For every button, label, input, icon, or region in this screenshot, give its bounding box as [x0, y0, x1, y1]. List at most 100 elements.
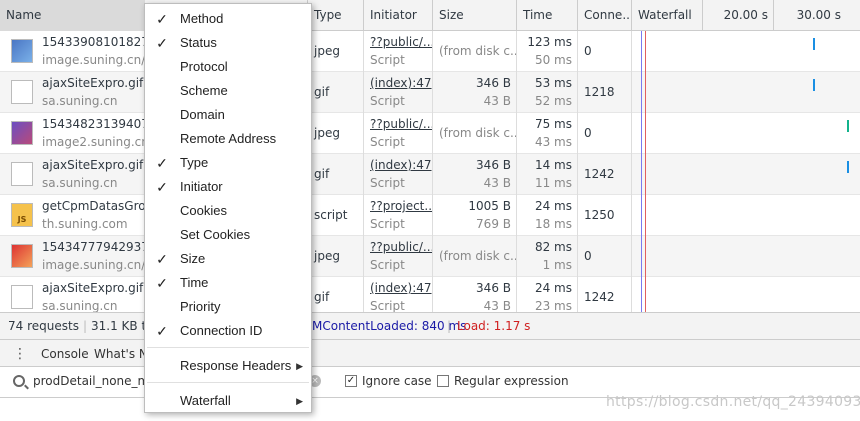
initiator-link[interactable]: (index):47 — [364, 279, 433, 297]
connection-cell: 1250 — [584, 208, 615, 222]
file-icon — [11, 285, 33, 309]
menu-item-priority[interactable]: Priority — [145, 295, 311, 319]
menu-item-label: Priority — [180, 299, 221, 314]
request-name: ajaxSiteExpro.gif?ol — [42, 281, 145, 295]
initiator-link[interactable]: ??public/... — [364, 115, 433, 133]
tab-console[interactable]: Console — [41, 340, 89, 368]
size-cell: 346 B — [476, 158, 511, 172]
name-cell: 1543390810182731 image.suning.cn/ui — [0, 31, 145, 72]
type-cell: gif — [314, 290, 330, 304]
initiator-type: Script — [370, 258, 405, 272]
waterfall-tick-20s: 20.00 s — [702, 0, 774, 31]
initiator-type: Script — [370, 176, 405, 190]
request-name: ajaxSiteExpro.gif?ol — [42, 76, 145, 90]
image-thumbnail-icon — [11, 39, 33, 63]
time-cell: 75 ms — [534, 117, 572, 131]
initiator-link[interactable]: (index):47 — [364, 74, 433, 92]
latency-cell: 1 ms — [542, 258, 572, 272]
initiator-type: Script — [370, 53, 405, 67]
menu-item-size[interactable]: ✓ Size — [145, 247, 311, 271]
menu-item-label: Protocol — [180, 59, 228, 74]
connection-cell: 1242 — [584, 290, 615, 304]
column-header-waterfall[interactable]: Waterfall — [631, 0, 703, 31]
column-header-connection[interactable]: Conne... — [577, 0, 632, 31]
menu-item-set-cookies[interactable]: Set Cookies — [145, 223, 311, 247]
initiator-type: Script — [370, 217, 405, 231]
request-domain: image.suning.cn/ui — [42, 258, 145, 272]
request-domain: image2.suning.cn/ui — [42, 135, 145, 149]
connection-cell: 1242 — [584, 167, 615, 181]
name-cell: 1543482313940768 image2.suning.cn/ui — [0, 113, 145, 154]
initiator-link[interactable]: ??public/... — [364, 238, 433, 256]
menu-item-remote-address[interactable]: Remote Address — [145, 127, 311, 151]
menu-item-connection-id[interactable]: ✓ Connection ID — [145, 319, 311, 343]
column-header-name[interactable]: Name — [0, 0, 145, 31]
waterfall-cell — [631, 195, 860, 236]
ignore-case-label: Ignore case — [362, 374, 432, 388]
waterfall-cell — [631, 113, 860, 154]
check-icon: ✓ — [156, 179, 168, 195]
latency-cell: 11 ms — [534, 176, 572, 190]
initiator-link[interactable]: ??public/... — [364, 33, 433, 51]
menu-item-label: Cookies — [180, 203, 227, 218]
column-header-size[interactable]: Size — [432, 0, 517, 31]
request-name: 1543482313940768 — [42, 117, 145, 131]
menu-item-time[interactable]: ✓ Time — [145, 271, 311, 295]
name-cell: 1543477794293797 image.suning.cn/ui — [0, 236, 145, 277]
waterfall-cell — [631, 154, 860, 195]
menu-item-label: Type — [180, 155, 209, 170]
regex-label: Regular expression — [454, 374, 569, 388]
menu-item-label: Set Cookies — [180, 227, 251, 242]
waterfall-tick-30s: 30.00 s — [773, 0, 843, 31]
menu-item-label: Response Headers — [180, 358, 292, 373]
menu-item-label: Status — [180, 35, 217, 50]
type-cell: jpeg — [314, 126, 340, 140]
column-header-initiator[interactable]: Initiator — [363, 0, 433, 31]
waterfall-bar — [847, 120, 849, 132]
menu-item-response-headers[interactable]: Response Headers ▶ — [145, 354, 311, 378]
name-cell: ajaxSiteExpro.gif?ol sa.suning.cn — [0, 72, 145, 113]
check-icon: ✓ — [156, 11, 168, 27]
type-cell: script — [314, 208, 348, 222]
ignore-case-checkbox[interactable]: ✓ — [345, 375, 357, 387]
initiator-type: Script — [370, 135, 405, 149]
table-row[interactable]: 1543390810182731 image.suning.cn/ui jpeg… — [0, 31, 860, 72]
waterfall-cell — [631, 31, 860, 72]
table-row[interactable]: ajaxSiteExpro.gif?ol sa.suning.cn gif (i… — [0, 154, 860, 195]
search-input[interactable]: prodDetail_none_mai — [33, 374, 160, 388]
column-header-type[interactable]: Type — [307, 0, 364, 31]
tab-whats-new[interactable]: What's N — [94, 340, 148, 368]
menu-item-domain[interactable]: Domain — [145, 103, 311, 127]
table-row[interactable]: ajaxSiteExpro.gif?ol sa.suning.cn gif (i… — [0, 72, 860, 113]
menu-item-type[interactable]: ✓ Type — [145, 151, 311, 175]
request-domain: sa.suning.cn — [42, 176, 118, 190]
check-icon: ✓ — [156, 275, 168, 291]
size-cell: 1005 B — [468, 199, 511, 213]
table-row[interactable]: 1543482313940768 image2.suning.cn/ui jpe… — [0, 113, 860, 154]
time-cell: 14 ms — [534, 158, 572, 172]
dom-content-loaded-marker — [641, 31, 642, 312]
menu-item-scheme[interactable]: Scheme — [145, 79, 311, 103]
column-header-time[interactable]: Time — [516, 0, 578, 31]
table-row[interactable]: 1543477794293797 image.suning.cn/ui jpeg… — [0, 236, 860, 277]
submenu-arrow-icon: ▶ — [296, 361, 303, 371]
menu-item-protocol[interactable]: Protocol — [145, 55, 311, 79]
menu-item-cookies[interactable]: Cookies — [145, 199, 311, 223]
table-row[interactable]: JS getCpmDatasGroup th.suning.com script… — [0, 195, 860, 236]
request-domain: image.suning.cn/ui — [42, 53, 145, 67]
size-cell: (from disk c... — [439, 249, 517, 263]
initiator-link[interactable]: (index):47 — [364, 156, 433, 174]
status-summary: 74 requests | 31.1 KB tra MContentLoaded: … — [0, 312, 860, 339]
menu-item-method[interactable]: ✓ Method — [145, 7, 311, 31]
image-thumbnail-icon — [11, 244, 33, 268]
menu-item-initiator[interactable]: ✓ Initiator — [145, 175, 311, 199]
request-count: 74 requests — [8, 319, 79, 333]
menu-item-status[interactable]: ✓ Status — [145, 31, 311, 55]
column-context-menu: ✓ Method ✓ Status Protocol Scheme Domain R… — [144, 3, 312, 413]
initiator-link[interactable]: ??project... — [364, 197, 433, 215]
regex-checkbox[interactable] — [437, 375, 449, 387]
table-header: Name Type Initiator Size Time Conne... W… — [0, 0, 860, 31]
menu-item-label: Domain — [180, 107, 225, 122]
more-tabs-icon[interactable]: ⋮ — [13, 340, 27, 368]
menu-item-waterfall[interactable]: Waterfall ▶ — [145, 389, 311, 413]
